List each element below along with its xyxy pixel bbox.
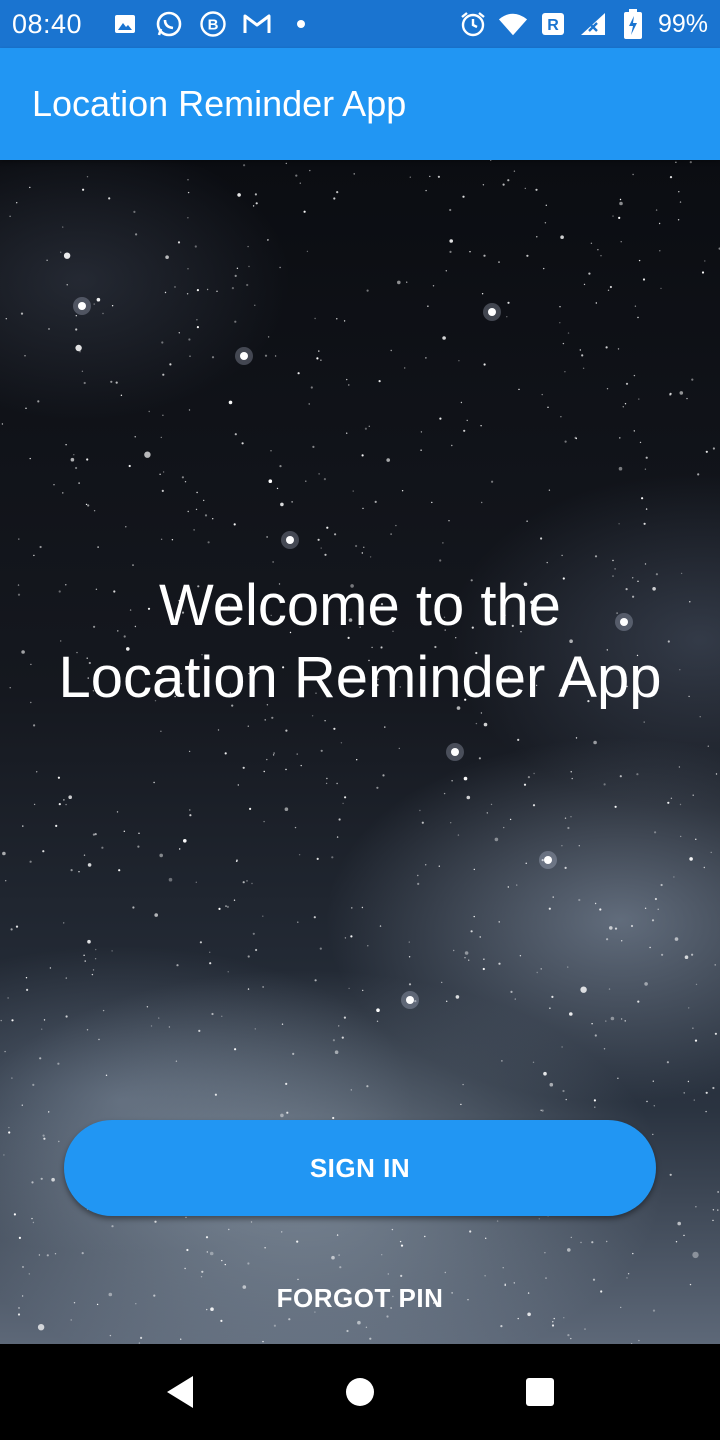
- wifi-icon: [498, 9, 528, 39]
- home-icon: [346, 1378, 374, 1406]
- navigation-bar: [0, 1344, 720, 1440]
- back-button[interactable]: [150, 1362, 210, 1422]
- background-image: Welcome to the Location Reminder App SIG…: [0, 160, 720, 1344]
- sign-in-button[interactable]: SIGN IN: [64, 1120, 656, 1216]
- alarm-icon: [458, 9, 488, 39]
- status-bar: 08:40 B R 99%: [0, 0, 720, 48]
- signal-icon: [578, 9, 608, 39]
- app-bar: Location Reminder App: [0, 48, 720, 160]
- notification-icons: B: [110, 9, 316, 39]
- svg-text:B: B: [208, 17, 219, 34]
- system-status-icons: R 99%: [458, 9, 708, 39]
- recents-button[interactable]: [510, 1362, 570, 1422]
- forgot-pin-link[interactable]: FORGOT PIN: [0, 1276, 720, 1320]
- back-icon: [167, 1376, 193, 1408]
- b-circle-icon: B: [198, 9, 228, 39]
- whatsapp-icon: [154, 9, 184, 39]
- app-title: Location Reminder App: [32, 83, 407, 124]
- roaming-icon: R: [538, 9, 568, 39]
- battery-charging-icon: [618, 9, 648, 39]
- image-icon: [110, 9, 140, 39]
- home-button[interactable]: [330, 1362, 390, 1422]
- gmail-icon: [242, 9, 272, 39]
- battery-percent: 99%: [657, 9, 708, 38]
- welcome-heading: Welcome to the Location Reminder App: [0, 570, 720, 714]
- welcome-line-1: Welcome to the: [159, 573, 561, 638]
- dot-icon: [286, 9, 316, 39]
- svg-text:R: R: [547, 17, 559, 34]
- recents-icon: [526, 1378, 554, 1406]
- status-time: 08:40: [12, 8, 83, 39]
- screen: 08:40 B R 99% Location Reminder App Welc…: [0, 0, 720, 1440]
- welcome-line-2: Location Reminder App: [58, 645, 662, 710]
